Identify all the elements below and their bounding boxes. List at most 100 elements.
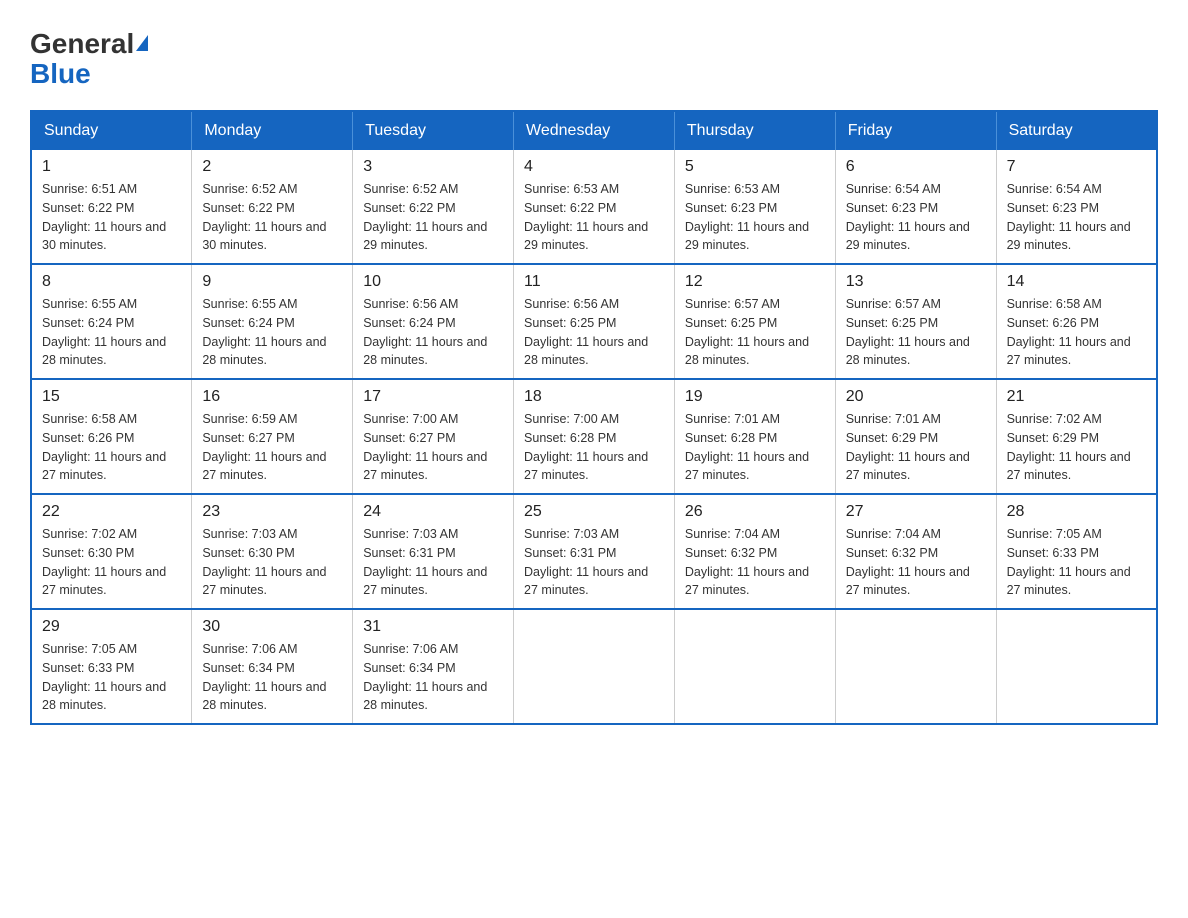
day-number: 5 bbox=[685, 158, 825, 176]
day-info: Sunrise: 6:55 AMSunset: 6:24 PMDaylight:… bbox=[42, 297, 166, 367]
day-info: Sunrise: 7:03 AMSunset: 6:30 PMDaylight:… bbox=[202, 527, 326, 597]
day-number: 21 bbox=[1007, 388, 1146, 406]
calendar-cell: 26 Sunrise: 7:04 AMSunset: 6:32 PMDaylig… bbox=[674, 494, 835, 609]
calendar-cell: 1 Sunrise: 6:51 AMSunset: 6:22 PMDayligh… bbox=[31, 150, 192, 264]
day-number: 1 bbox=[42, 158, 181, 176]
calendar-table: SundayMondayTuesdayWednesdayThursdayFrid… bbox=[30, 110, 1158, 725]
day-info: Sunrise: 7:01 AMSunset: 6:29 PMDaylight:… bbox=[846, 412, 970, 482]
day-number: 28 bbox=[1007, 503, 1146, 521]
day-number: 29 bbox=[42, 618, 181, 636]
day-info: Sunrise: 6:56 AMSunset: 6:25 PMDaylight:… bbox=[524, 297, 648, 367]
calendar-cell: 12 Sunrise: 6:57 AMSunset: 6:25 PMDaylig… bbox=[674, 264, 835, 379]
calendar-cell: 4 Sunrise: 6:53 AMSunset: 6:22 PMDayligh… bbox=[514, 150, 675, 264]
col-header-friday: Friday bbox=[835, 111, 996, 150]
day-number: 6 bbox=[846, 158, 986, 176]
calendar-cell bbox=[996, 609, 1157, 724]
day-info: Sunrise: 6:56 AMSunset: 6:24 PMDaylight:… bbox=[363, 297, 487, 367]
day-number: 25 bbox=[524, 503, 664, 521]
col-header-wednesday: Wednesday bbox=[514, 111, 675, 150]
calendar-cell: 5 Sunrise: 6:53 AMSunset: 6:23 PMDayligh… bbox=[674, 150, 835, 264]
day-number: 16 bbox=[202, 388, 342, 406]
calendar-cell: 6 Sunrise: 6:54 AMSunset: 6:23 PMDayligh… bbox=[835, 150, 996, 264]
logo-arrow-icon bbox=[136, 35, 148, 51]
calendar-cell: 3 Sunrise: 6:52 AMSunset: 6:22 PMDayligh… bbox=[353, 150, 514, 264]
calendar-week-3: 15 Sunrise: 6:58 AMSunset: 6:26 PMDaylig… bbox=[31, 379, 1157, 494]
calendar-week-2: 8 Sunrise: 6:55 AMSunset: 6:24 PMDayligh… bbox=[31, 264, 1157, 379]
col-header-sunday: Sunday bbox=[31, 111, 192, 150]
day-number: 10 bbox=[363, 273, 503, 291]
calendar-cell: 13 Sunrise: 6:57 AMSunset: 6:25 PMDaylig… bbox=[835, 264, 996, 379]
day-info: Sunrise: 6:54 AMSunset: 6:23 PMDaylight:… bbox=[1007, 182, 1131, 252]
calendar-cell: 20 Sunrise: 7:01 AMSunset: 6:29 PMDaylig… bbox=[835, 379, 996, 494]
day-info: Sunrise: 6:53 AMSunset: 6:22 PMDaylight:… bbox=[524, 182, 648, 252]
day-info: Sunrise: 6:54 AMSunset: 6:23 PMDaylight:… bbox=[846, 182, 970, 252]
calendar-cell: 18 Sunrise: 7:00 AMSunset: 6:28 PMDaylig… bbox=[514, 379, 675, 494]
day-info: Sunrise: 6:52 AMSunset: 6:22 PMDaylight:… bbox=[202, 182, 326, 252]
col-header-thursday: Thursday bbox=[674, 111, 835, 150]
calendar-cell: 27 Sunrise: 7:04 AMSunset: 6:32 PMDaylig… bbox=[835, 494, 996, 609]
day-number: 23 bbox=[202, 503, 342, 521]
calendar-cell: 15 Sunrise: 6:58 AMSunset: 6:26 PMDaylig… bbox=[31, 379, 192, 494]
day-number: 31 bbox=[363, 618, 503, 636]
page-header: General Blue bbox=[30, 30, 1158, 90]
day-info: Sunrise: 7:06 AMSunset: 6:34 PMDaylight:… bbox=[363, 642, 487, 712]
calendar-cell: 10 Sunrise: 6:56 AMSunset: 6:24 PMDaylig… bbox=[353, 264, 514, 379]
day-number: 13 bbox=[846, 273, 986, 291]
calendar-cell: 21 Sunrise: 7:02 AMSunset: 6:29 PMDaylig… bbox=[996, 379, 1157, 494]
col-header-tuesday: Tuesday bbox=[353, 111, 514, 150]
calendar-cell: 9 Sunrise: 6:55 AMSunset: 6:24 PMDayligh… bbox=[192, 264, 353, 379]
calendar-cell: 14 Sunrise: 6:58 AMSunset: 6:26 PMDaylig… bbox=[996, 264, 1157, 379]
day-info: Sunrise: 7:00 AMSunset: 6:27 PMDaylight:… bbox=[363, 412, 487, 482]
day-number: 26 bbox=[685, 503, 825, 521]
day-info: Sunrise: 6:57 AMSunset: 6:25 PMDaylight:… bbox=[846, 297, 970, 367]
calendar-week-1: 1 Sunrise: 6:51 AMSunset: 6:22 PMDayligh… bbox=[31, 150, 1157, 264]
day-info: Sunrise: 6:55 AMSunset: 6:24 PMDaylight:… bbox=[202, 297, 326, 367]
day-info: Sunrise: 7:04 AMSunset: 6:32 PMDaylight:… bbox=[685, 527, 809, 597]
logo-general: General bbox=[30, 30, 134, 58]
day-number: 4 bbox=[524, 158, 664, 176]
day-number: 7 bbox=[1007, 158, 1146, 176]
day-number: 2 bbox=[202, 158, 342, 176]
day-number: 22 bbox=[42, 503, 181, 521]
calendar-cell bbox=[514, 609, 675, 724]
day-number: 27 bbox=[846, 503, 986, 521]
day-info: Sunrise: 6:51 AMSunset: 6:22 PMDaylight:… bbox=[42, 182, 166, 252]
day-number: 8 bbox=[42, 273, 181, 291]
calendar-week-5: 29 Sunrise: 7:05 AMSunset: 6:33 PMDaylig… bbox=[31, 609, 1157, 724]
calendar-cell: 24 Sunrise: 7:03 AMSunset: 6:31 PMDaylig… bbox=[353, 494, 514, 609]
day-info: Sunrise: 7:02 AMSunset: 6:30 PMDaylight:… bbox=[42, 527, 166, 597]
day-info: Sunrise: 6:53 AMSunset: 6:23 PMDaylight:… bbox=[685, 182, 809, 252]
day-info: Sunrise: 6:57 AMSunset: 6:25 PMDaylight:… bbox=[685, 297, 809, 367]
day-number: 3 bbox=[363, 158, 503, 176]
day-info: Sunrise: 6:58 AMSunset: 6:26 PMDaylight:… bbox=[1007, 297, 1131, 367]
calendar-cell bbox=[674, 609, 835, 724]
day-info: Sunrise: 7:01 AMSunset: 6:28 PMDaylight:… bbox=[685, 412, 809, 482]
day-info: Sunrise: 7:05 AMSunset: 6:33 PMDaylight:… bbox=[1007, 527, 1131, 597]
day-number: 9 bbox=[202, 273, 342, 291]
day-info: Sunrise: 7:03 AMSunset: 6:31 PMDaylight:… bbox=[363, 527, 487, 597]
col-header-saturday: Saturday bbox=[996, 111, 1157, 150]
calendar-header-row: SundayMondayTuesdayWednesdayThursdayFrid… bbox=[31, 111, 1157, 150]
day-info: Sunrise: 6:52 AMSunset: 6:22 PMDaylight:… bbox=[363, 182, 487, 252]
calendar-cell bbox=[835, 609, 996, 724]
logo: General Blue bbox=[30, 30, 148, 90]
day-info: Sunrise: 7:03 AMSunset: 6:31 PMDaylight:… bbox=[524, 527, 648, 597]
day-number: 19 bbox=[685, 388, 825, 406]
day-number: 30 bbox=[202, 618, 342, 636]
day-number: 18 bbox=[524, 388, 664, 406]
logo-blue: Blue bbox=[30, 58, 91, 89]
calendar-cell: 11 Sunrise: 6:56 AMSunset: 6:25 PMDaylig… bbox=[514, 264, 675, 379]
calendar-cell: 29 Sunrise: 7:05 AMSunset: 6:33 PMDaylig… bbox=[31, 609, 192, 724]
day-number: 14 bbox=[1007, 273, 1146, 291]
col-header-monday: Monday bbox=[192, 111, 353, 150]
day-info: Sunrise: 7:04 AMSunset: 6:32 PMDaylight:… bbox=[846, 527, 970, 597]
day-info: Sunrise: 7:06 AMSunset: 6:34 PMDaylight:… bbox=[202, 642, 326, 712]
day-number: 17 bbox=[363, 388, 503, 406]
day-info: Sunrise: 7:02 AMSunset: 6:29 PMDaylight:… bbox=[1007, 412, 1131, 482]
calendar-cell: 28 Sunrise: 7:05 AMSunset: 6:33 PMDaylig… bbox=[996, 494, 1157, 609]
calendar-cell: 19 Sunrise: 7:01 AMSunset: 6:28 PMDaylig… bbox=[674, 379, 835, 494]
day-info: Sunrise: 6:59 AMSunset: 6:27 PMDaylight:… bbox=[202, 412, 326, 482]
day-number: 11 bbox=[524, 273, 664, 291]
calendar-cell: 23 Sunrise: 7:03 AMSunset: 6:30 PMDaylig… bbox=[192, 494, 353, 609]
day-info: Sunrise: 7:00 AMSunset: 6:28 PMDaylight:… bbox=[524, 412, 648, 482]
